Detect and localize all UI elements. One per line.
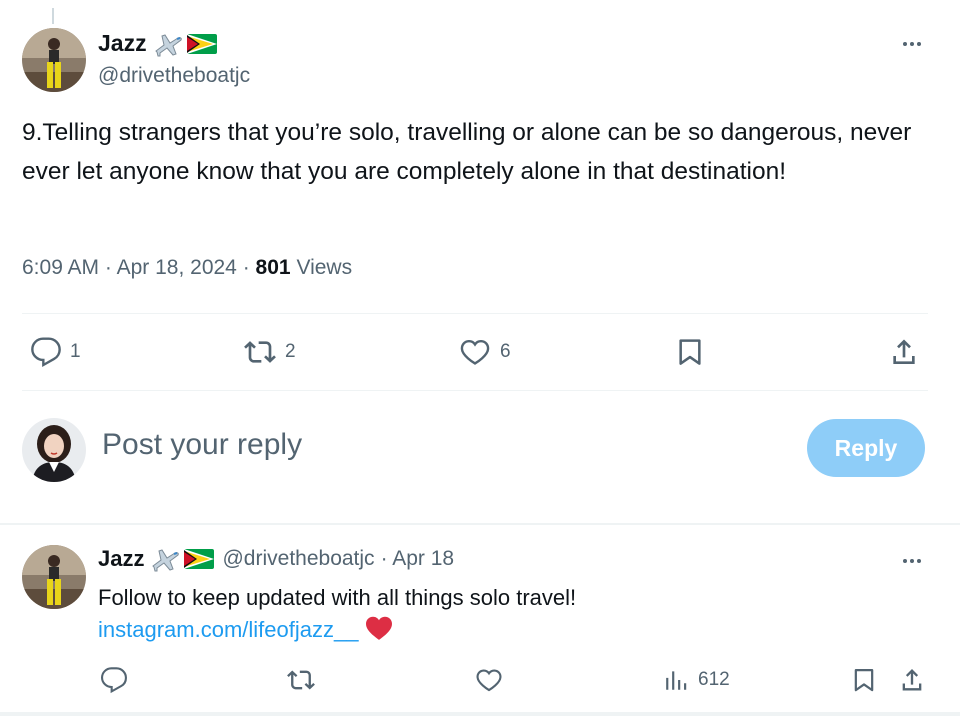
share-action[interactable]: [888, 336, 920, 368]
reply-share-action[interactable]: [898, 666, 926, 694]
more-options-icon[interactable]: [898, 34, 926, 54]
meta-separator: ·: [104, 256, 112, 279]
reply-author-handle[interactable]: @drivetheboatjc: [222, 547, 374, 571]
guyana-flag-emoji-icon: [184, 549, 215, 569]
reply-count: 1: [70, 341, 81, 362]
reply-header: Jazz @drivetheboatjc · Apr 18: [98, 546, 454, 572]
like-count: 6: [500, 341, 511, 362]
tweet-date[interactable]: Apr 18, 2024: [117, 256, 237, 279]
reply-date[interactable]: · Apr 18: [381, 547, 455, 571]
tweet-meta: 6:09 AM · Apr 18, 2024 · 801 Views: [22, 256, 352, 280]
reply-link[interactable]: instagram.com/lifeofjazz__: [98, 617, 358, 642]
airplane-emoji-icon: [152, 549, 180, 572]
reply-more-options-icon[interactable]: [898, 551, 926, 571]
reply-views-action[interactable]: 612: [664, 666, 730, 694]
meta-separator: ·: [242, 256, 250, 279]
reply-text: Follow to keep updated with all things s…: [98, 585, 577, 610]
repost-arrows-icon: [244, 341, 276, 363]
reply-reply-action[interactable]: [100, 666, 128, 694]
reply-bookmark-action[interactable]: [850, 666, 878, 694]
thread-connector-line: [52, 8, 54, 24]
tweet-text: 9.Telling strangers that you’re solo, tr…: [22, 119, 912, 185]
divider: [22, 313, 928, 314]
reply-author-avatar-image: [22, 545, 86, 609]
reply-author-avatar[interactable]: [22, 545, 86, 609]
airplane-emoji-icon: [154, 33, 182, 56]
author-name[interactable]: Jazz: [98, 30, 147, 57]
bottom-separator: [0, 712, 960, 716]
reply-action[interactable]: 1: [30, 336, 81, 368]
repost-arrows-icon: [287, 670, 315, 690]
author-avatar-image: [22, 28, 86, 92]
heart-outline-icon: [460, 339, 490, 365]
repost-action[interactable]: 2: [243, 336, 296, 368]
reply-input[interactable]: Post your reply: [102, 428, 302, 462]
red-heart-emoji-icon: [364, 615, 394, 650]
bookmark-action[interactable]: [674, 336, 706, 368]
repost-count: 2: [285, 341, 296, 362]
speech-bubble-icon: [31, 337, 61, 368]
bookmark-icon: [854, 668, 874, 692]
reply-button[interactable]: Reply: [807, 419, 925, 477]
reply-repost-action[interactable]: [286, 666, 316, 694]
reply-like-action[interactable]: [474, 666, 504, 694]
share-upload-icon: [893, 339, 915, 364]
reply-text-block: Follow to keep updated with all things s…: [98, 582, 576, 650]
author-handle[interactable]: @drivetheboatjc: [98, 64, 250, 88]
current-user-avatar[interactable]: [22, 418, 86, 482]
bookmark-icon: [679, 339, 701, 365]
like-action[interactable]: 6: [458, 336, 511, 368]
section-separator: [0, 523, 960, 525]
divider: [22, 390, 928, 391]
name-emojis: [150, 546, 215, 572]
bar-chart-icon: [666, 671, 687, 690]
views-count: 801: [255, 256, 291, 279]
reply-author-name[interactable]: Jazz: [98, 546, 144, 572]
name-emojis: [153, 31, 217, 57]
heart-outline-icon: [476, 669, 502, 692]
author-avatar[interactable]: [22, 28, 86, 92]
reply-views-count: 612: [698, 669, 730, 690]
speech-bubble-icon: [100, 667, 127, 694]
views-label: Views: [296, 256, 353, 279]
tweet-time[interactable]: 6:09 AM: [22, 256, 99, 279]
guyana-flag-emoji-icon: [186, 33, 217, 54]
current-user-avatar-image: [22, 418, 86, 482]
share-upload-icon: [902, 669, 922, 691]
